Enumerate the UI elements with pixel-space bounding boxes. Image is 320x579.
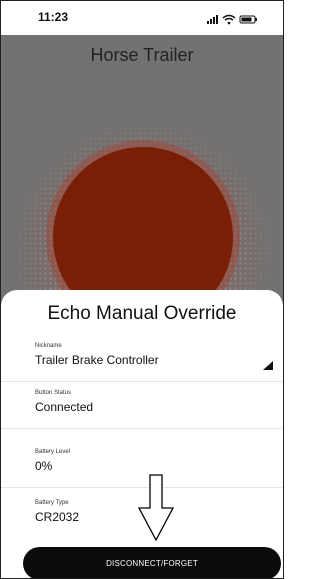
nickname-field[interactable]: Nickname Trailer Brake Controller xyxy=(1,337,283,382)
button-status-field: Button Status Connected xyxy=(1,384,283,429)
battery-type-value: CR2032 xyxy=(35,510,80,524)
battery-icon xyxy=(239,15,257,24)
device-title: Horse Trailer xyxy=(90,45,194,65)
phone-screen: 11:23 Horse Trailer Echo Manual Override… xyxy=(0,0,284,579)
battery-type-label: Battery Type xyxy=(35,500,69,506)
button-status-label: Button Status xyxy=(35,390,72,396)
wifi-icon xyxy=(222,14,236,25)
status-bar: 11:23 xyxy=(1,1,283,35)
nickname-value: Trailer Brake Controller xyxy=(35,353,159,367)
sheet-title: Echo Manual Override xyxy=(47,303,237,324)
down-arrow-icon xyxy=(137,474,175,542)
disconnect-forget-button[interactable]: DISCONNECT/FORGET xyxy=(23,547,281,578)
status-icons xyxy=(207,12,261,25)
button-status-value: Connected xyxy=(35,400,94,414)
status-time: 11:23 xyxy=(38,10,69,24)
battery-level-value: 0% xyxy=(35,459,53,473)
battery-level-label: Battery Level xyxy=(35,449,71,455)
signal-bars-icon xyxy=(207,15,218,24)
nickname-label: Nickname xyxy=(35,343,62,349)
